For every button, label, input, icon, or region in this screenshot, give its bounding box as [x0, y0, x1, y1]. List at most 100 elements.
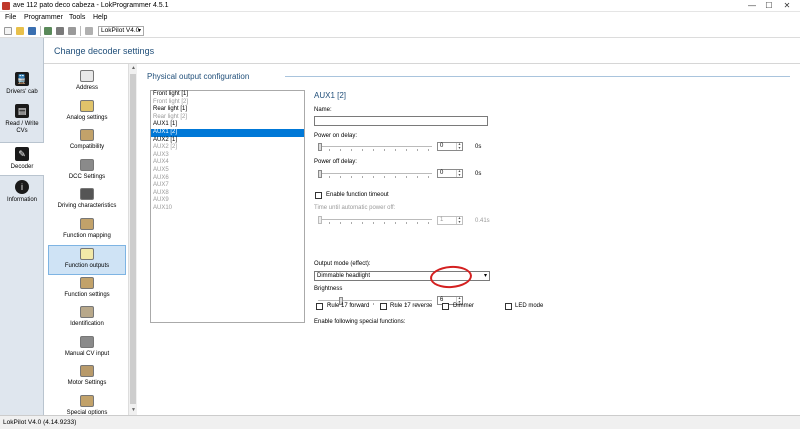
time-until-off-spinner[interactable]: 1 ▲ ▼ — [437, 216, 463, 225]
subnav-item-label: Identification — [70, 321, 104, 327]
open-folder-icon[interactable] — [16, 27, 24, 35]
name-label: Name: — [314, 107, 332, 113]
output-list-item[interactable]: AUX8 — [151, 190, 304, 198]
enable-timeout-checkbox[interactable] — [315, 192, 322, 199]
subnav-item-function-mapping[interactable]: Function mapping — [48, 216, 126, 246]
output-list-item[interactable]: AUX1 [1] — [151, 121, 304, 129]
category-scrollbar[interactable]: ▲ ▼ — [128, 64, 137, 415]
section-title: Physical output configuration — [147, 72, 250, 81]
nav-information[interactable]: i Information — [0, 180, 44, 208]
subnav-item-address[interactable]: Address — [48, 68, 126, 98]
power-off-delay-slider[interactable] — [318, 170, 432, 178]
nav-label: Drivers' cab — [6, 89, 38, 95]
subnav-item-special-options[interactable]: Special options — [48, 393, 126, 415]
subnav-item-motor-settings[interactable]: Motor Settings — [48, 363, 126, 393]
subnav-item-label: Function settings — [64, 291, 110, 298]
settings-icon[interactable] — [68, 27, 76, 35]
brightness-label: Brightness — [314, 286, 343, 292]
analog-icon — [80, 99, 94, 112]
save-icon[interactable] — [28, 27, 36, 35]
nav-label: Read / Write CVs — [5, 121, 39, 134]
special-functions-label: Enable following special functions: — [314, 319, 406, 325]
subnav-item-function-outputs[interactable]: Function outputs — [48, 245, 126, 275]
output-mode-label: Output mode (effect): — [314, 261, 371, 267]
output-list-item[interactable]: AUX7 — [151, 182, 304, 190]
nav-read-write-cvs[interactable]: ▤ Read / Write CVs — [0, 104, 44, 140]
power-off-delay-spinner[interactable]: 0 ▲ ▼ — [437, 169, 463, 178]
menu-file[interactable]: File — [5, 14, 16, 21]
power-off-delay-unit: 0s — [475, 171, 482, 177]
name-input[interactable] — [314, 116, 488, 126]
output-list-item[interactable]: AUX1 [2] — [151, 128, 304, 137]
device-select[interactable]: LokPilot V4.0 ▾ — [98, 26, 144, 36]
output-list-item[interactable]: Rear light [2] — [151, 114, 304, 122]
output-list-item[interactable]: AUX2 [1] — [151, 137, 304, 145]
subnav-item-driving-characteristics[interactable]: Driving characteristics — [48, 186, 126, 216]
subnav-item-function-settings[interactable]: Function settings — [48, 275, 126, 305]
status-bar: LokPilot V4.0 (4.14.9233) — [0, 415, 800, 429]
menu-programmer[interactable]: Programmer — [24, 14, 63, 21]
dimmer-checkbox[interactable] — [442, 303, 449, 310]
slider-knob[interactable] — [318, 143, 322, 151]
close-button[interactable]: ✕ — [781, 1, 793, 11]
dcc-icon — [80, 158, 94, 171]
rule17-forward-checkbox[interactable] — [316, 303, 323, 310]
slider-knob[interactable] — [318, 170, 322, 178]
output-list-item[interactable]: Front light [1] — [151, 91, 304, 99]
subnav-item-label: Address — [75, 85, 98, 91]
slider-track — [318, 219, 432, 220]
power-on-delay-slider[interactable] — [318, 143, 432, 151]
settings-category-list: Address Analog settings Compatibility DCC S… — [44, 64, 130, 415]
output-list-item[interactable]: AUX6 — [151, 175, 304, 183]
power-off-delay-label: Power off delay: — [314, 159, 357, 165]
menu-help[interactable]: Help — [93, 14, 107, 21]
output-mode-value: Dimmable headlight — [317, 273, 371, 279]
nav-label: Information — [6, 197, 37, 203]
read-write-cvs-icon: ▤ — [15, 104, 29, 118]
subnav-item-manual-cv-input[interactable]: Manual CV input — [48, 334, 126, 364]
power-on-delay-value: 0 — [440, 143, 444, 149]
output-list-item[interactable]: AUX3 — [151, 152, 304, 160]
nav-label: Decoder — [10, 164, 34, 170]
nav-decoder[interactable]: ✎ Decoder — [0, 142, 44, 176]
power-on-delay-unit: 0s — [475, 144, 482, 150]
help-icon[interactable] — [85, 27, 93, 35]
download-icon[interactable] — [56, 27, 64, 35]
spinner-arrows-icon[interactable]: ▲ ▼ — [456, 216, 462, 224]
time-until-off-slider[interactable] — [318, 216, 432, 224]
chevron-down-icon: ▾ — [483, 273, 487, 279]
dimmer-label: Dimmer — [453, 303, 474, 309]
spinner-arrows-icon[interactable]: ▲ ▼ — [456, 169, 462, 177]
menu-bar: File Programmer Tools Help — [0, 12, 800, 24]
rule17-reverse-checkbox[interactable] — [380, 303, 387, 310]
menu-tools[interactable]: Tools — [69, 14, 85, 21]
upload-icon[interactable] — [44, 27, 52, 35]
subnav-item-dcc-settings[interactable]: DCC Settings — [48, 157, 126, 187]
window-title: ave 112 pato deco cabeza - LokProgrammer… — [13, 2, 169, 9]
output-list[interactable]: Front light [1] Front light [2] Rear light… — [150, 90, 305, 323]
output-list-item[interactable]: AUX4 — [151, 159, 304, 167]
output-list-item[interactable]: AUX10 — [151, 205, 304, 213]
decoder-icon: ✎ — [15, 147, 29, 161]
slider-track — [318, 173, 432, 174]
output-list-item[interactable]: Front light [2] — [151, 99, 304, 107]
output-list-item[interactable]: Rear light [1] — [151, 106, 304, 114]
output-list-item[interactable]: AUX5 — [151, 167, 304, 175]
subnav-item-identification[interactable]: Identification — [48, 304, 126, 334]
nav-drivers-cab[interactable]: 🚆 Drivers' cab — [0, 72, 44, 102]
scrollbar-thumb[interactable] — [130, 74, 136, 404]
led-mode-checkbox[interactable] — [505, 303, 512, 310]
minimize-button[interactable]: — — [746, 1, 758, 11]
spinner-arrows-icon[interactable]: ▲ ▼ — [456, 142, 462, 150]
subnav-item-compatibility[interactable]: Compatibility — [48, 127, 126, 157]
subnav-item-analog-settings[interactable]: Analog settings — [48, 98, 126, 128]
power-on-delay-spinner[interactable]: 0 ▲ ▼ — [437, 142, 463, 151]
compatibility-icon — [80, 129, 94, 141]
chevron-down-icon: ▾ — [137, 28, 141, 34]
new-file-icon[interactable] — [4, 27, 12, 35]
output-list-item[interactable]: AUX9 — [151, 197, 304, 205]
slider-knob[interactable] — [318, 216, 322, 224]
output-list-item[interactable]: AUX2 [2] — [151, 144, 304, 152]
maximize-button[interactable]: ☐ — [763, 1, 775, 11]
device-select-value: LokPilot V4.0 — [101, 27, 140, 34]
